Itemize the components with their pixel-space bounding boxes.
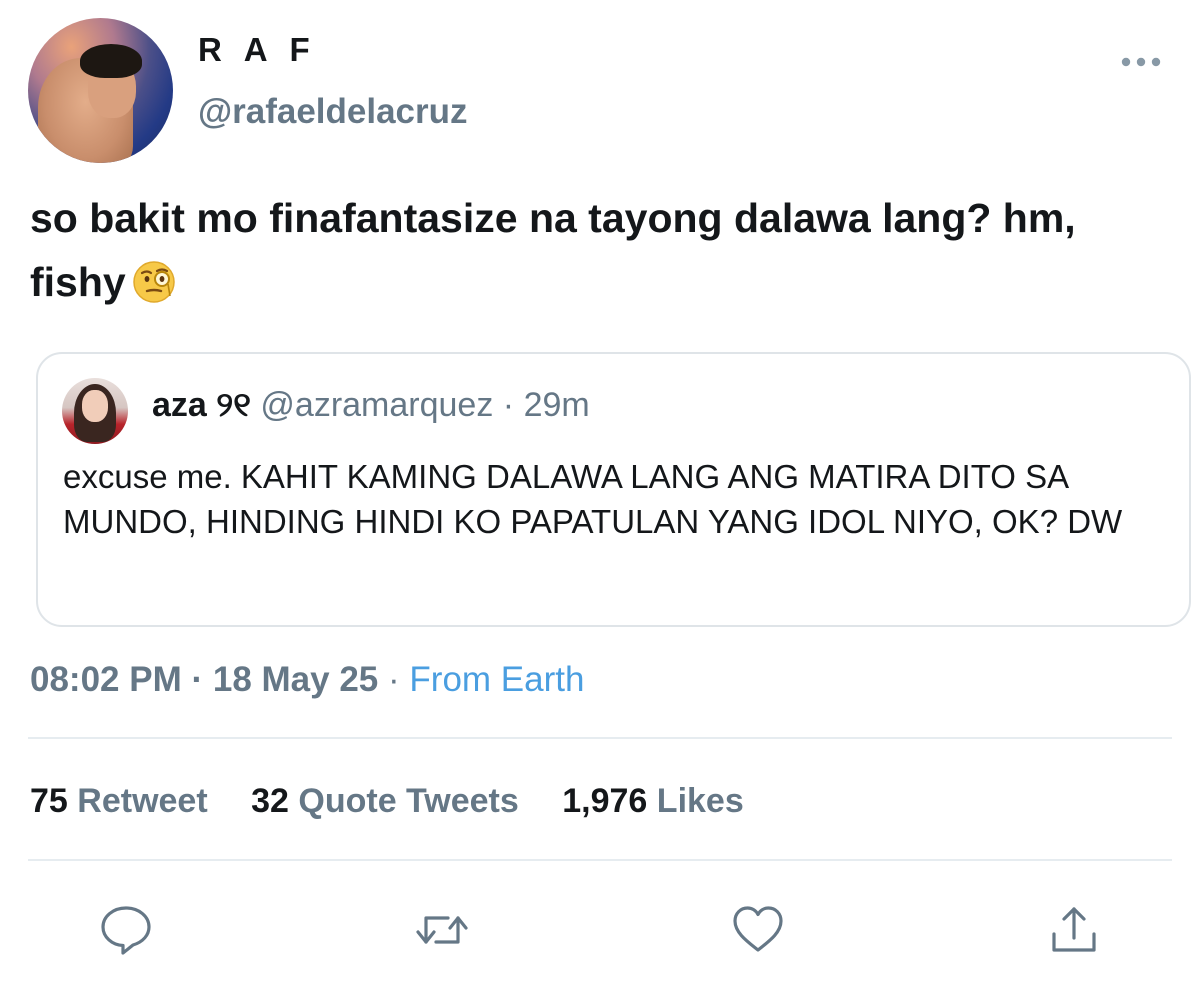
divider-top <box>28 737 1172 739</box>
quoted-tweet-text: excuse me. KAHIT KAMING DALAWA LANG ANG … <box>63 458 1123 540</box>
like-count-link[interactable]: 1,976 Likes <box>562 782 744 821</box>
avatar-hair <box>80 44 142 78</box>
quoted-author-avatar[interactable] <box>62 378 128 444</box>
retweet-icon[interactable] <box>414 902 470 958</box>
quote-label: Quote Tweets <box>298 782 519 820</box>
quoted-author-handle[interactable]: @azramarquez <box>260 386 493 424</box>
quoted-avatar-face <box>82 390 108 422</box>
quoted-author-name[interactable]: aza <box>152 386 207 424</box>
quote-count-link[interactable]: 32 Quote Tweets <box>251 782 519 821</box>
face-with-monocle-icon <box>132 258 176 303</box>
tweet-text-content: so bakit mo finafantasize na tayong dala… <box>30 195 1076 305</box>
reply-icon[interactable] <box>98 902 154 958</box>
tweet-stats: 75 Retweet 32 Quote Tweets 1,976 Likes <box>30 782 778 821</box>
divider-bottom <box>28 859 1172 861</box>
retweet-label: Retweet <box>77 782 208 820</box>
tweet-time[interactable]: 08:02 PM <box>30 660 182 699</box>
meta-separator-source: · <box>388 660 400 699</box>
share-icon[interactable] <box>1046 902 1102 958</box>
tweet-source-link[interactable]: From Earth <box>409 660 584 699</box>
retweet-count-link[interactable]: 75 Retweet <box>30 782 208 821</box>
meta-separator: · <box>191 660 204 699</box>
like-count: 1,976 <box>562 782 648 820</box>
author-avatar[interactable] <box>28 18 173 163</box>
quoted-timestamp[interactable]: 29m <box>524 386 590 424</box>
like-label: Likes <box>656 782 744 820</box>
tweet-date[interactable]: 18 May 25 <box>213 660 378 699</box>
quoted-tweet-header: aza ୨୧ @azramarquez · 29m <box>152 386 590 425</box>
retweet-count: 75 <box>30 782 68 820</box>
quoted-tweet-card[interactable]: aza ୨୧ @azramarquez · 29m excuse me. KAH… <box>36 352 1191 627</box>
author-handle[interactable]: @rafaeldelacruz <box>198 92 468 132</box>
author-display-name[interactable]: R A F <box>198 31 317 69</box>
like-icon[interactable] <box>730 902 786 958</box>
tweet-text: so bakit mo finafantasize na tayong dala… <box>30 186 1150 314</box>
tweet-meta: 08:02 PM · 18 May 25 · From Earth <box>30 660 584 700</box>
more-options-icon[interactable] <box>1118 52 1164 72</box>
quoted-author-name-suffix: ୨୧ <box>216 386 251 424</box>
quoted-separator: · <box>502 386 515 424</box>
quote-count: 32 <box>251 782 289 820</box>
